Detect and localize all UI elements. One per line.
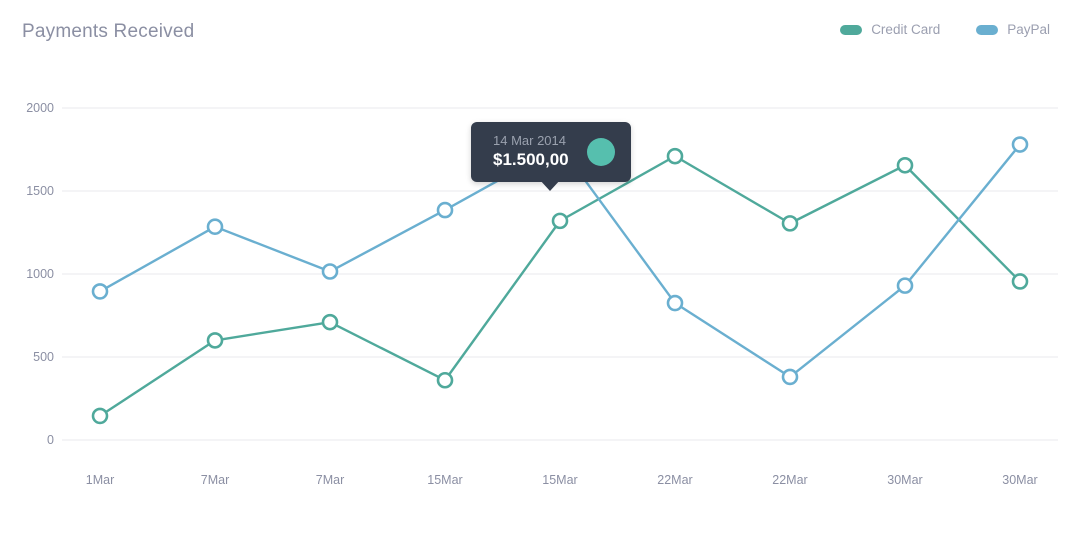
tooltip-text: 14 Mar 2014 $1.500,00 (493, 133, 569, 170)
x-axis-tick-label: 7Mar (200, 473, 230, 487)
tooltip-value: $1.500,00 (493, 150, 569, 169)
x-axis-tick-label: 22Mar (772, 473, 808, 487)
x-axis-tick-label: 30Mar (887, 473, 923, 487)
x-axis-tick-label: 1Mar (85, 473, 115, 487)
y-axis-tick-label: 1000 (26, 267, 54, 281)
x-axis-tick-label: 7Mar (315, 473, 345, 487)
x-axis-tick-label: 15Mar (427, 473, 463, 487)
y-axis-tick-label: 2000 (26, 101, 54, 115)
y-axis-tick-label: 500 (33, 350, 54, 364)
chart-tooltip: 14 Mar 2014 $1.500,00 (471, 122, 631, 182)
x-axis-tick-label: 30Mar (1002, 473, 1038, 487)
y-axis-tick-label: 1500 (26, 184, 54, 198)
tooltip-arrow-icon (539, 179, 561, 191)
tooltip-series-dot-icon (586, 137, 615, 166)
x-axis-tick-label: 22Mar (657, 473, 693, 487)
tooltip-date: 14 Mar 2014 (493, 133, 566, 148)
payments-received-chart-card: Payments Received Credit Card PayPal 0 50… (0, 0, 1080, 536)
y-axis-tick-label: 0 (47, 433, 54, 447)
x-axis-tick-label: 15Mar (542, 473, 578, 487)
plot-area[interactable]: 0 500 1000 1500 2000 1Mar 7Mar 7Mar 15Mar 15Mar 2… (0, 0, 1080, 536)
chart-canvas (62, 107, 1058, 441)
